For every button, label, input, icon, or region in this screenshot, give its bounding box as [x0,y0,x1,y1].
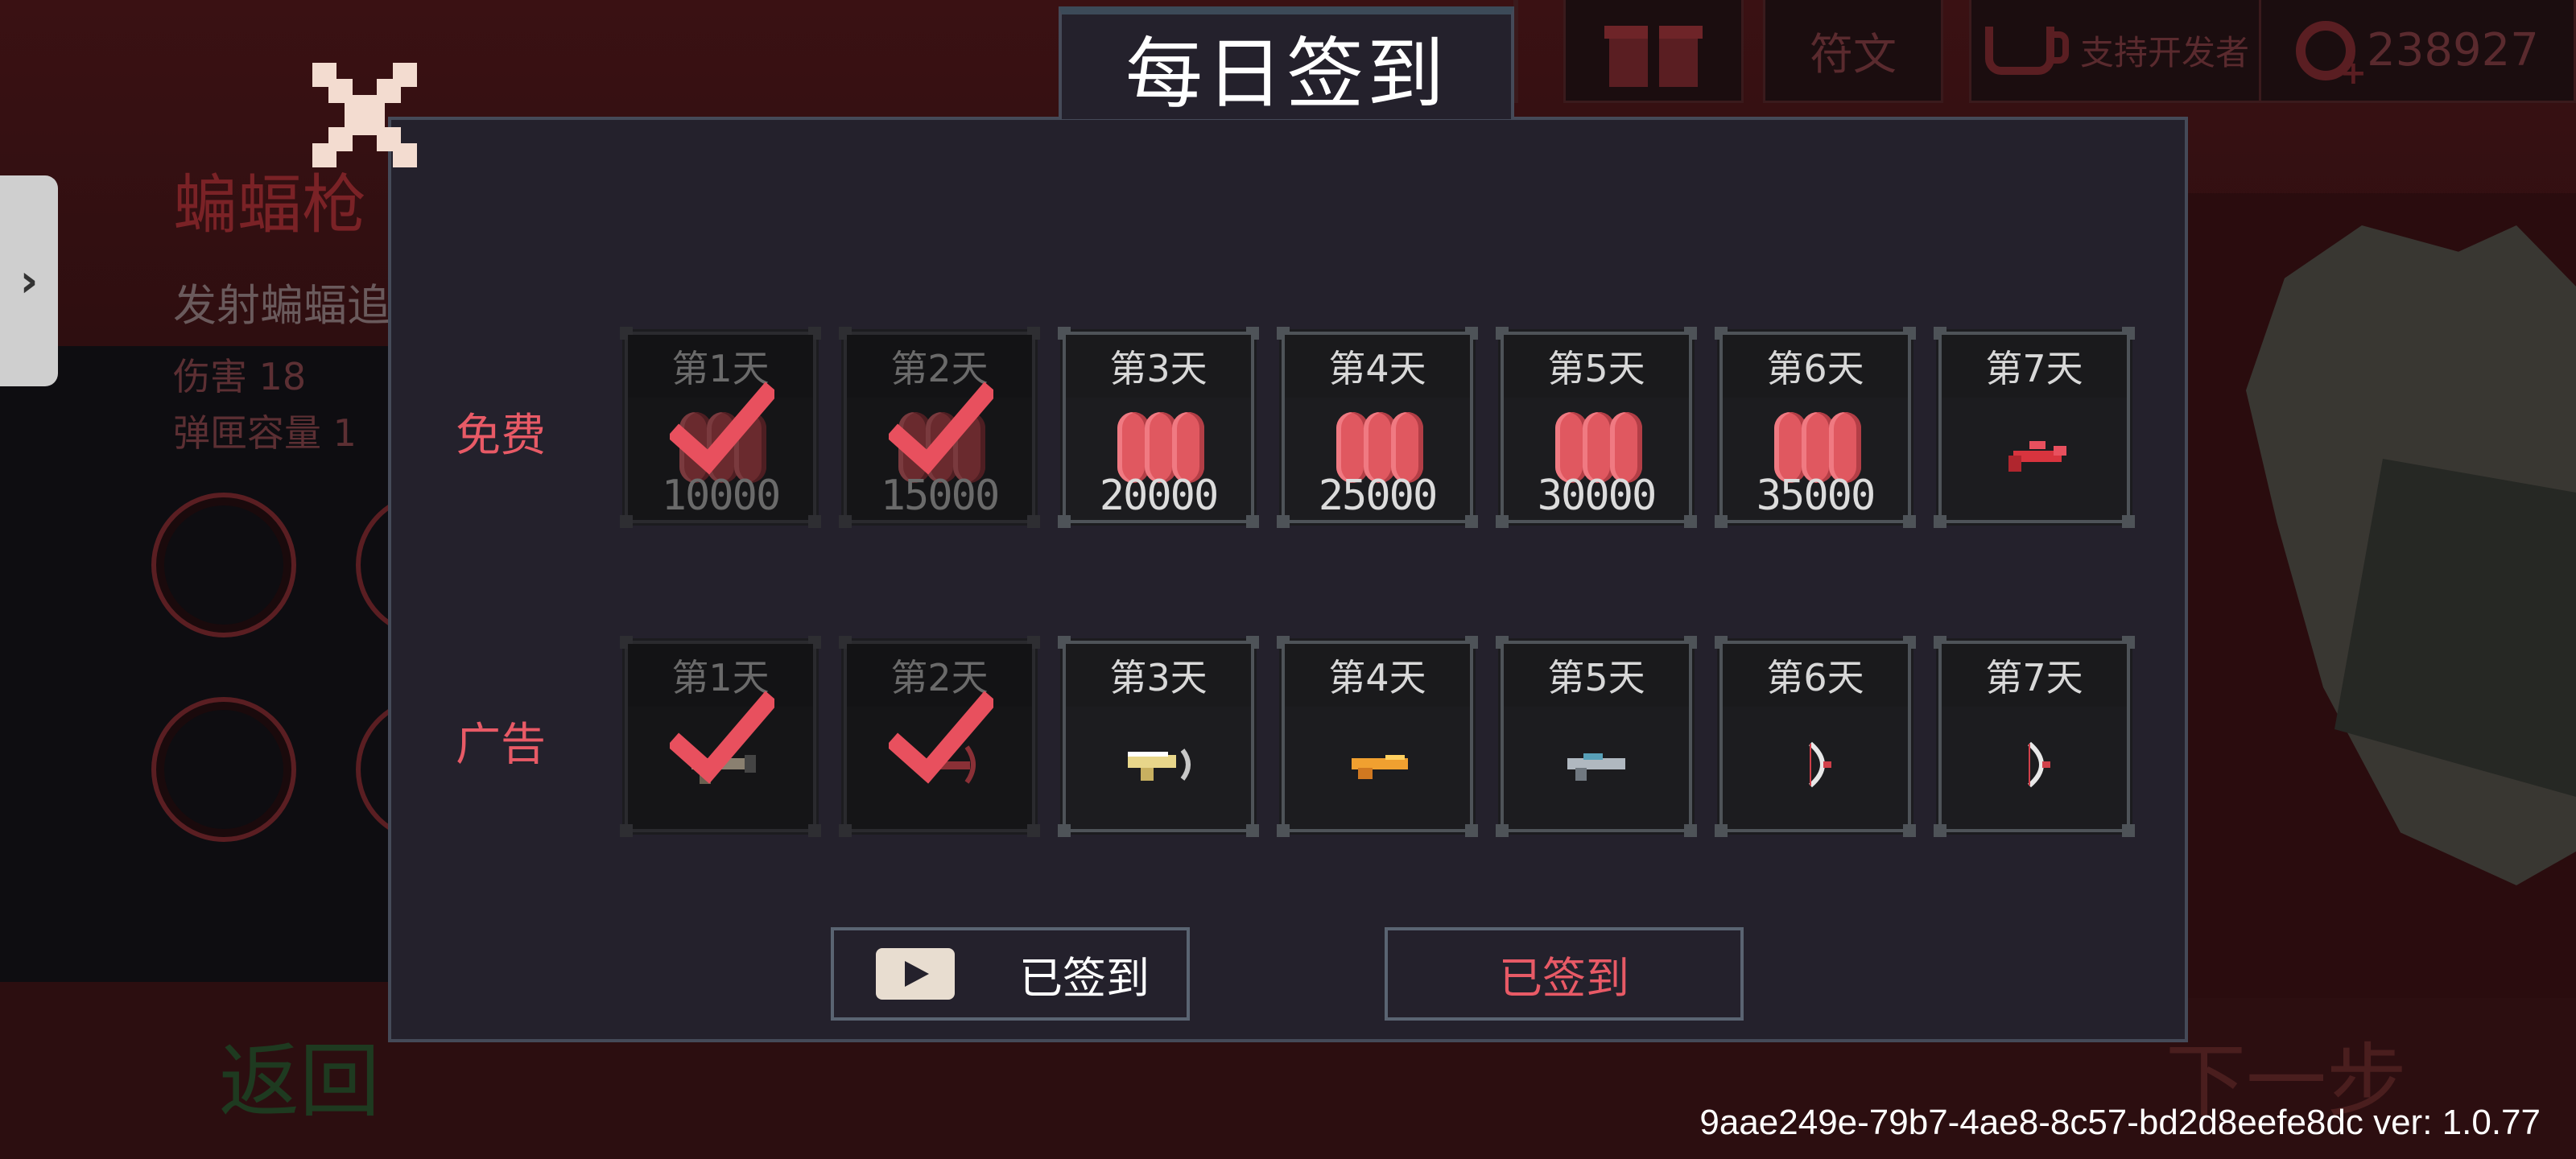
bow-icon [1997,740,2078,789]
runes-label: 符文 [1810,29,1897,80]
day-label: 第7天 [1942,644,2127,707]
red-weapon-icon [1997,431,2078,480]
stat-value: 18 [258,355,307,398]
checkmark-icon [886,378,998,483]
ad-checkin-button[interactable]: 已签到 [831,927,1190,1021]
gift-button[interactable] [1563,0,1744,103]
bow-icon [1778,740,1859,789]
day-label: 第3天 [1066,644,1251,707]
currency-display[interactable]: 238927 [2259,0,2576,103]
currency-icon [2296,20,2367,92]
dialog-title: 每日签到 [1125,28,1447,119]
close-icon [312,63,417,167]
close-button[interactable] [312,63,417,167]
stat-value: 1 [332,411,357,455]
stat-magazine: 弹匣容量 1 [173,404,357,457]
free-row-label: 免费 [456,410,546,462]
runes-button[interactable]: 符文 [1763,0,1943,103]
day-label: 第6天 [1723,335,1908,398]
back-button[interactable]: 返回 [219,1016,380,1132]
stat-label: 弹匣容量 [173,411,321,455]
ad-row-label: 广告 [456,719,546,771]
daily-checkin-dialog [388,117,2188,1042]
weapon-slot[interactable] [151,493,296,637]
coffee-icon [1984,26,2069,75]
ad-button-label: 已签到 [1019,952,1150,1004]
weapon-slot-locked[interactable] [151,697,296,842]
checkmark-icon [667,378,779,483]
reward-amount: 35000 [1756,472,1876,520]
ad-reward-card-day-5[interactable]: 第5天 [1496,636,1697,837]
free-reward-card-day-5[interactable]: 第5天 30000 [1496,327,1697,528]
side-panel-toggle[interactable]: › [0,175,58,386]
day-label: 第7天 [1942,335,2127,398]
support-developer-button[interactable]: 支持开发者 [1969,0,2265,103]
day-label: 第4天 [1285,335,1470,398]
gold-gun-icon [1121,740,1202,789]
reward-amount: 25000 [1318,472,1439,520]
free-button-label: 已签到 [1499,952,1629,1004]
silver-gun-icon [1559,740,1640,789]
day-label: 第4天 [1285,644,1470,707]
orange-pistol-icon [1340,740,1421,789]
day-label: 第6天 [1723,644,1908,707]
free-reward-card-day-2[interactable]: 第2天 15000 [839,327,1040,528]
build-info: 9aae249e-79b7-4ae8-8c57-bd2d8eefe8dc ver… [1699,1103,2541,1142]
free-reward-card-day-3[interactable]: 第3天 20000 [1058,327,1259,528]
reward-amount: 20000 [1099,472,1220,520]
free-reward-card-day-6[interactable]: 第6天 35000 [1715,327,1916,528]
play-video-icon [876,948,955,1000]
dialog-title-tab: 每日签到 [1059,6,1514,119]
checkmark-icon [886,687,998,792]
free-reward-card-day-1[interactable]: 第1天 10000 [620,327,821,528]
day-label: 第5天 [1504,644,1689,707]
currency-value: 238927 [2367,24,2539,76]
weapon-description: 发射蝙蝠追 [173,280,390,331]
ad-reward-card-day-1[interactable]: 第1天 [620,636,821,837]
day-label: 第5天 [1504,335,1689,398]
chevron-right-icon: › [19,254,39,307]
stat-label: 伤害 [173,355,247,398]
stat-damage: 伤害 18 [173,348,306,401]
reward-amount: 30000 [1537,472,1657,520]
day-label: 第3天 [1066,335,1251,398]
ad-reward-card-day-2[interactable]: 第2天 [839,636,1040,837]
background-scene [2174,193,2576,998]
ad-reward-card-day-4[interactable]: 第4天 [1277,636,1478,837]
free-reward-card-day-4[interactable]: 第4天 25000 [1277,327,1478,528]
free-reward-card-day-7[interactable]: 第7天 [1934,327,2135,528]
free-checkin-button[interactable]: 已签到 [1385,927,1744,1021]
ad-reward-card-day-6[interactable]: 第6天 [1715,636,1916,837]
gift-icon [1604,14,1703,87]
support-label: 支持开发者 [2079,33,2249,72]
ad-reward-card-day-7[interactable]: 第7天 [1934,636,2135,837]
checkmark-icon [667,687,779,792]
ad-reward-card-day-3[interactable]: 第3天 [1058,636,1259,837]
